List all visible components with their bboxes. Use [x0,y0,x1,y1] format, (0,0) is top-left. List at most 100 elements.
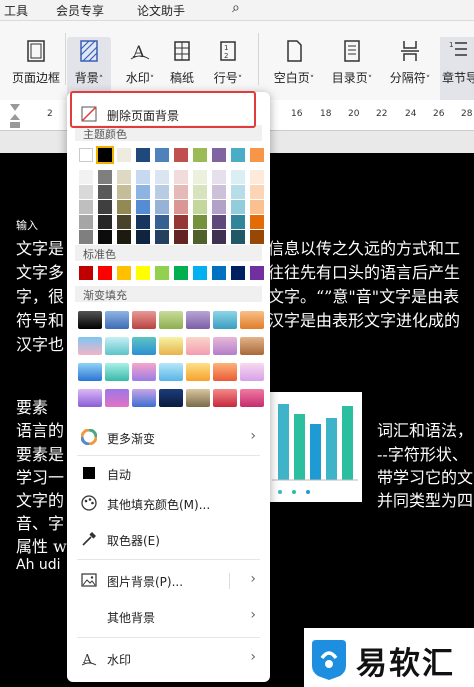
theme-color-swatch[interactable] [231,230,245,244]
menu-tools[interactable]: 工具 [4,2,28,19]
gradient-swatch[interactable] [186,337,210,355]
other-fill-color-item[interactable]: 其他填充颜色(M)... [67,489,270,519]
gradient-swatch[interactable] [132,363,156,381]
theme-color-swatch[interactable] [231,148,245,162]
theme-color-swatch[interactable] [136,170,150,184]
theme-color-swatch[interactable] [79,148,93,162]
section-nav-button[interactable]: 1 章节导 [440,37,474,101]
gradient-swatch[interactable] [78,337,102,355]
theme-color-swatch[interactable] [98,200,112,214]
gradient-swatch[interactable] [240,363,264,381]
gradient-swatch[interactable] [240,389,264,407]
theme-color-swatch[interactable] [231,215,245,229]
theme-color-swatch[interactable] [155,200,169,214]
more-gradients-item[interactable]: 更多渐变 › [67,423,270,453]
theme-color-swatch[interactable] [79,215,93,229]
theme-color-swatch[interactable] [98,230,112,244]
theme-color-swatch[interactable] [174,170,188,184]
standard-color-swatch[interactable] [250,266,264,280]
chevron-right-icon[interactable]: › [250,571,256,587]
theme-color-swatch[interactable] [79,185,93,199]
standard-color-swatch[interactable] [174,266,188,280]
theme-color-swatch[interactable] [231,170,245,184]
gradient-swatch[interactable] [186,389,210,407]
theme-color-swatch[interactable] [155,230,169,244]
theme-color-swatch[interactable] [193,148,207,162]
theme-color-swatch[interactable] [250,170,264,184]
gradient-swatch[interactable] [186,363,210,381]
theme-color-swatch[interactable] [98,185,112,199]
theme-color-swatch[interactable] [117,215,131,229]
theme-color-swatch[interactable] [250,230,264,244]
theme-color-swatch[interactable] [155,215,169,229]
theme-color-swatch[interactable] [136,215,150,229]
blank-page-button[interactable]: 空白页˅ [264,39,324,86]
theme-color-swatch[interactable] [98,170,112,184]
standard-color-swatch[interactable] [98,266,112,280]
theme-color-swatch[interactable] [174,230,188,244]
theme-color-swatch[interactable] [136,230,150,244]
theme-color-swatch[interactable] [193,170,207,184]
theme-color-swatch[interactable] [212,148,226,162]
theme-color-swatch[interactable] [117,230,131,244]
gradient-swatch[interactable] [132,389,156,407]
theme-color-swatch[interactable] [174,200,188,214]
gradient-swatch[interactable] [132,311,156,329]
gradient-swatch[interactable] [186,311,210,329]
theme-color-swatch[interactable] [250,148,264,162]
indent-marker-icon[interactable] [8,102,22,130]
watermark-item[interactable]: A 水印 › [67,644,270,674]
theme-color-swatch[interactable] [212,200,226,214]
gradient-swatch[interactable] [240,337,264,355]
theme-color-swatch[interactable] [117,148,131,162]
theme-color-swatch[interactable] [212,215,226,229]
eyedropper-item[interactable]: 取色器(E) [67,525,270,555]
theme-color-swatch[interactable] [193,215,207,229]
line-number-button[interactable]: 12 行号˅ [198,39,258,86]
gradient-swatch[interactable] [132,337,156,355]
theme-color-swatch[interactable] [250,185,264,199]
search-icon[interactable]: ⌕ [232,0,240,16]
standard-color-swatch[interactable] [231,266,245,280]
theme-color-swatch[interactable] [96,146,114,164]
theme-color-swatch[interactable] [212,185,226,199]
menu-member[interactable]: 会员专享 [56,2,104,19]
theme-color-swatch[interactable] [79,200,93,214]
theme-color-swatch[interactable] [98,215,112,229]
page-border-button[interactable]: 页面边框 [6,39,66,86]
theme-color-swatch[interactable] [79,230,93,244]
theme-color-swatch[interactable] [212,230,226,244]
theme-color-swatch[interactable] [174,148,188,162]
menu-thesis[interactable]: 论文助手 [137,2,185,19]
auto-color-item[interactable]: 自动 [67,459,270,489]
standard-color-swatch[interactable] [193,266,207,280]
gradient-swatch[interactable] [213,363,237,381]
theme-color-swatch[interactable] [250,200,264,214]
standard-color-swatch[interactable] [117,266,131,280]
theme-color-swatch[interactable] [117,170,131,184]
theme-color-swatch[interactable] [193,230,207,244]
theme-color-swatch[interactable] [155,170,169,184]
theme-color-swatch[interactable] [231,185,245,199]
gradient-swatch[interactable] [105,389,129,407]
standard-color-swatch[interactable] [79,266,93,280]
theme-color-swatch[interactable] [79,170,93,184]
theme-color-swatch[interactable] [155,185,169,199]
standard-color-swatch[interactable] [212,266,226,280]
gradient-swatch[interactable] [213,389,237,407]
gradient-swatch[interactable] [159,363,183,381]
embedded-chart-image[interactable] [264,392,362,502]
gradient-swatch[interactable] [105,363,129,381]
theme-color-swatch[interactable] [231,200,245,214]
gradient-swatch[interactable] [240,311,264,329]
standard-color-swatch[interactable] [136,266,150,280]
separator-button[interactable]: 分隔符˅ [380,39,440,86]
gradient-swatch[interactable] [105,311,129,329]
theme-color-swatch[interactable] [212,170,226,184]
theme-color-swatch[interactable] [193,200,207,214]
theme-color-swatch[interactable] [250,215,264,229]
gradient-swatch[interactable] [159,389,183,407]
theme-color-swatch[interactable] [136,200,150,214]
other-background-item[interactable]: 其他背景 › [67,602,270,632]
gradient-swatch[interactable] [213,337,237,355]
